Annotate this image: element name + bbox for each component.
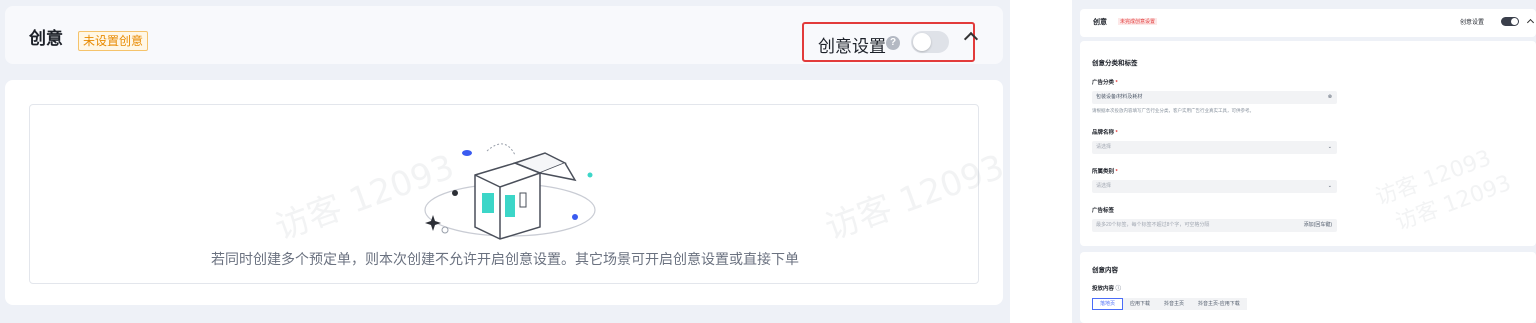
help-icon[interactable]: ? [886,36,900,50]
detail-status-badge: 未完成创意设置 [1118,18,1158,25]
ad-tag-label: 广告标签 [1092,208,1115,214]
tab-douyin-home[interactable]: 抖音主页 [1157,298,1192,310]
add-tag-button[interactable]: 添加(回车键) [1304,219,1332,232]
section-title-content: 创意内容 [1092,267,1118,274]
delivery-label: 投放内容 ⓘ [1092,286,1122,292]
detail-header: 创意 未完成创意设置 创意设置 [1080,9,1536,37]
creative-panel: 创意 未设置创意 创意设置 ? 若同时创建多个预定单，则本次创建不允许开启创意设… [0,0,1010,323]
brand-label: 品牌名称 * [1092,130,1118,136]
type-select[interactable]: 请选择 ⌄ [1092,180,1337,193]
clear-icon[interactable]: ⊗ [1328,91,1332,104]
chevron-up-icon[interactable] [1526,18,1535,27]
detail-setting-label: 创意设置 [1460,20,1485,26]
section-title-category: 创意分类和标签 [1092,60,1138,67]
help-icon: ⓘ [1115,286,1122,292]
toggle-knob [913,33,931,51]
empty-message: 若同时创建多个预定单，则本次创建不允许开启创意设置。其它场景可开启创意设置或直接… [211,251,799,267]
detail-title: 创意 [1093,19,1107,26]
detail-setting-toggle[interactable] [1501,17,1519,26]
ad-category-select[interactable]: 包装设备/材料及耗材 ⊗ [1092,91,1337,104]
empty-box-illustration [424,143,596,240]
ad-category-hint: 请根据本次投放内容填写广告行业分类，客户实用广告行业真实工具，可供参考。 [1092,108,1254,113]
chevron-down-icon: ⌄ [1327,144,1332,150]
ad-tag-input[interactable]: 最多20个标签，每个标签不超过8个字，可空格分隔 添加(回车键) [1092,219,1337,232]
creative-panel-detail: 创意 未完成创意设置 创意设置 创意分类和标签 广告分类 * 包装设备/材料及耗… [1072,0,1536,323]
creative-content-card: 若同时创建多个预定单，则本次创建不允许开启创意设置。其它场景可开启创意设置或直接… [5,80,1003,305]
status-badge: 未设置创意 [78,31,149,51]
tab-douyin-home-app[interactable]: 抖音主页-应用下载 [1191,298,1247,310]
empty-state: 若同时创建多个预定单，则本次创建不允许开启创意设置。其它场景可开启创意设置或直接… [29,104,979,284]
content-card: 创意内容 投放内容 ⓘ 落地页 应用下载 抖音主页 抖音主页-应用下载 [1080,252,1536,323]
chevron-down-icon: ⌄ [1327,183,1332,189]
creative-setting-label: 创意设置 [818,37,886,56]
ad-category-label: 广告分类 * [1092,80,1118,86]
creative-header: 创意 未设置创意 创意设置 ? [5,6,1003,64]
tab-landing-page[interactable]: 落地页 [1092,298,1124,310]
brand-select[interactable]: 请选择 ⌄ [1092,141,1337,154]
tab-app-download[interactable]: 应用下载 [1123,298,1158,310]
creative-setting-toggle[interactable] [911,31,949,53]
delivery-tabs: 落地页 应用下载 抖音主页 抖音主页-应用下载 [1092,298,1247,310]
creative-title: 创意 [29,29,63,48]
type-label: 所属类别 * [1092,169,1118,175]
category-card: 创意分类和标签 广告分类 * 包装设备/材料及耗材 ⊗ 请根据本次投放内容填写广… [1080,41,1536,246]
creative-setting-highlight: 创意设置 ? [802,22,975,62]
